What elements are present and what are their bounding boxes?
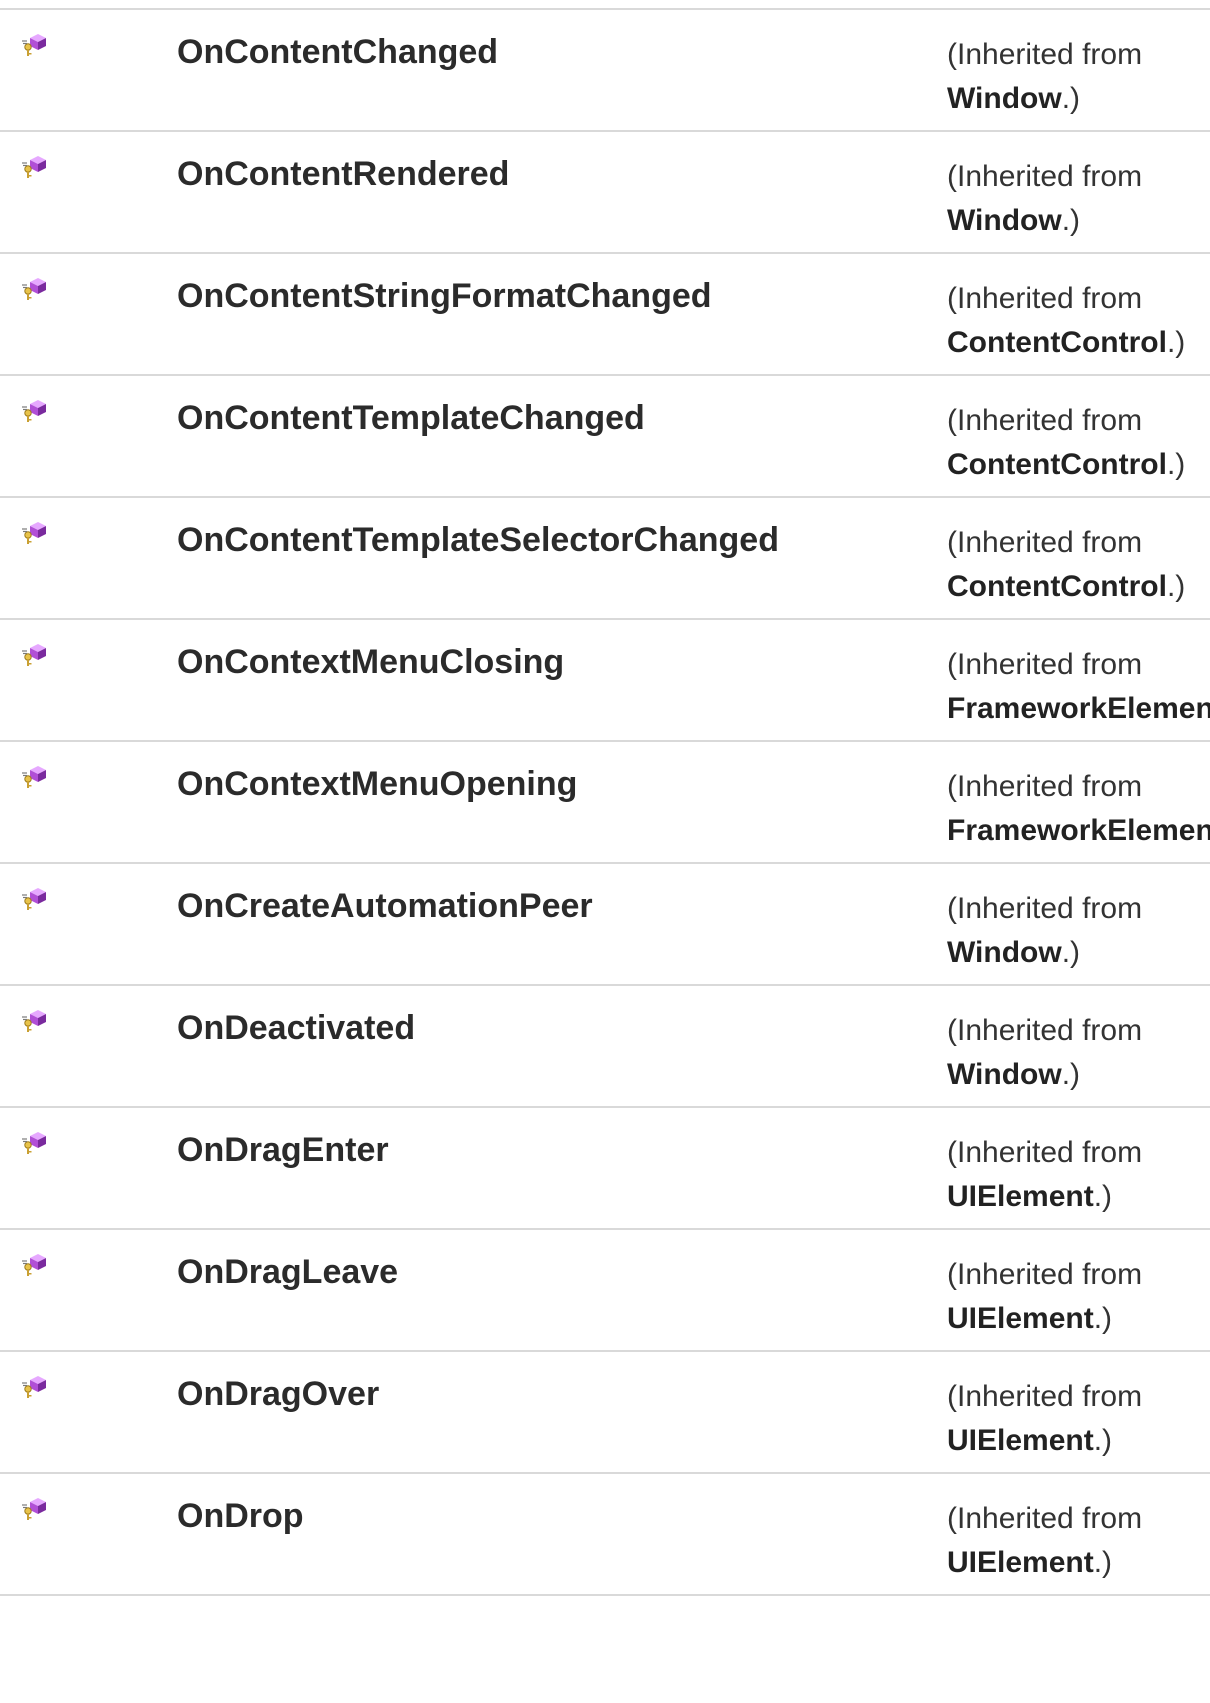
table-row: OnContextMenuClosing (Inherited from Fra… — [0, 620, 1210, 742]
inherited-prefix: (Inherited from — [947, 648, 1143, 681]
inherited-from-text: (Inherited from FrameworkElement.) — [947, 765, 1210, 853]
inherited-from-text: (Inherited from ContentControl.) — [947, 399, 1210, 487]
inherited-prefix: (Inherited from — [947, 282, 1143, 315]
inherited-prefix: (Inherited from — [947, 38, 1143, 71]
period-suffix: .) — [1093, 1546, 1113, 1579]
inherited-from-link[interactable]: Window — [947, 82, 1062, 115]
protected-method-icon — [22, 1130, 54, 1156]
table-row: OnCreateAutomationPeer (Inherited from W… — [0, 864, 1210, 986]
table-row: OnContentTemplateSelectorChanged (Inheri… — [0, 498, 1210, 620]
method-name-link[interactable]: OnContextMenuClosing — [177, 643, 564, 682]
inherited-from-link[interactable]: FrameworkElement — [947, 814, 1210, 847]
inherited-from-text: (Inherited from FrameworkElement.) — [947, 643, 1210, 731]
protected-method-icon — [22, 642, 54, 668]
method-name-link[interactable]: OnContextMenuOpening — [177, 765, 577, 804]
method-name-link[interactable]: OnDragOver — [177, 1375, 379, 1414]
inherited-from-link[interactable]: UIElement — [947, 1302, 1094, 1335]
method-name-link[interactable]: OnDragEnter — [177, 1131, 389, 1170]
method-name-link[interactable]: OnContentChanged — [177, 33, 498, 72]
table-row: OnDragOver (Inherited from UIElement.) — [0, 1352, 1210, 1474]
inherited-from-link[interactable]: UIElement — [947, 1546, 1094, 1579]
inherited-from-text: (Inherited from Window.) — [947, 887, 1210, 975]
protected-method-icon — [22, 764, 54, 790]
inherited-from-link[interactable]: Window — [947, 204, 1062, 237]
protected-method-icon — [22, 32, 54, 58]
inherited-prefix: (Inherited from — [947, 404, 1143, 437]
inherited-prefix: (Inherited from — [947, 1502, 1143, 1535]
inherited-prefix: (Inherited from — [947, 526, 1143, 559]
protected-method-icon — [22, 398, 54, 424]
inherited-prefix: (Inherited from — [947, 1014, 1143, 1047]
protected-method-icon — [22, 1252, 54, 1278]
table-row: OnDeactivated (Inherited from Window.) — [0, 986, 1210, 1108]
inherited-from-text: (Inherited from Window.) — [947, 1009, 1210, 1097]
inherited-from-link[interactable]: ContentControl — [947, 326, 1167, 359]
protected-method-icon — [22, 886, 54, 912]
method-name-link[interactable]: OnContentStringFormatChanged — [177, 277, 712, 316]
inherited-from-link[interactable]: Window — [947, 936, 1062, 969]
protected-method-icon — [22, 1496, 54, 1522]
method-name-link[interactable]: OnContentTemplateSelectorChanged — [177, 521, 779, 560]
table-row: OnContentChanged (Inherited from Window.… — [0, 10, 1210, 132]
inherited-prefix: (Inherited from — [947, 892, 1143, 925]
period-suffix: .) — [1166, 570, 1186, 603]
inherited-from-text: (Inherited from ContentControl.) — [947, 277, 1210, 365]
method-name-link[interactable]: OnContentTemplateChanged — [177, 399, 645, 438]
inherited-from-text: (Inherited from UIElement.) — [947, 1497, 1210, 1585]
inherited-prefix: (Inherited from — [947, 1136, 1143, 1169]
table-row: OnDrop (Inherited from UIElement.) — [0, 1474, 1210, 1596]
protected-method-icon — [22, 154, 54, 180]
inherited-from-link[interactable]: ContentControl — [947, 448, 1167, 481]
method-name-link[interactable]: OnDeactivated — [177, 1009, 415, 1048]
table-row: OnContentStringFormatChanged (Inherited … — [0, 254, 1210, 376]
protected-method-icon — [22, 276, 54, 302]
inherited-from-link[interactable]: Window — [947, 1058, 1062, 1091]
table-row: OnDragLeave (Inherited from UIElement.) — [0, 1230, 1210, 1352]
table-row: OnContentRendered (Inherited from Window… — [0, 132, 1210, 254]
period-suffix: .) — [1093, 1302, 1113, 1335]
table-row: OnContentTemplateChanged (Inherited from… — [0, 376, 1210, 498]
method-name-link[interactable]: OnDragLeave — [177, 1253, 398, 1292]
period-suffix: .) — [1061, 204, 1081, 237]
inherited-from-link[interactable]: UIElement — [947, 1424, 1094, 1457]
period-suffix: .) — [1061, 82, 1081, 115]
inherited-from-text: (Inherited from Window.) — [947, 33, 1210, 121]
inherited-from-text: (Inherited from Window.) — [947, 155, 1210, 243]
inherited-prefix: (Inherited from — [947, 1258, 1143, 1291]
period-suffix: .) — [1166, 448, 1186, 481]
inherited-from-text: (Inherited from UIElement.) — [947, 1375, 1210, 1463]
protected-method-icon — [22, 1374, 54, 1400]
inherited-from-link[interactable]: FrameworkElement — [947, 692, 1210, 725]
protected-method-icon — [22, 1008, 54, 1034]
table-row: OnDragEnter (Inherited from UIElement.) — [0, 1108, 1210, 1230]
inherited-from-text: (Inherited from UIElement.) — [947, 1131, 1210, 1219]
period-suffix: .) — [1093, 1180, 1113, 1213]
inherited-from-text: (Inherited from ContentControl.) — [947, 521, 1210, 609]
method-name-link[interactable]: OnCreateAutomationPeer — [177, 887, 593, 926]
table-row: OnContextMenuOpening (Inherited from Fra… — [0, 742, 1210, 864]
inherited-from-link[interactable]: ContentControl — [947, 570, 1167, 603]
inherited-prefix: (Inherited from — [947, 1380, 1143, 1413]
method-name-link[interactable]: OnContentRendered — [177, 155, 509, 194]
period-suffix: .) — [1093, 1424, 1113, 1457]
protected-method-icon — [22, 520, 54, 546]
inherited-from-text: (Inherited from UIElement.) — [947, 1253, 1210, 1341]
inherited-prefix: (Inherited from — [947, 160, 1143, 193]
method-name-link[interactable]: OnDrop — [177, 1497, 304, 1536]
period-suffix: .) — [1061, 936, 1081, 969]
inherited-from-link[interactable]: UIElement — [947, 1180, 1094, 1213]
members-table: OnContentChanged (Inherited from Window.… — [0, 8, 1210, 1596]
inherited-prefix: (Inherited from — [947, 770, 1143, 803]
period-suffix: .) — [1166, 326, 1186, 359]
period-suffix: .) — [1061, 1058, 1081, 1091]
